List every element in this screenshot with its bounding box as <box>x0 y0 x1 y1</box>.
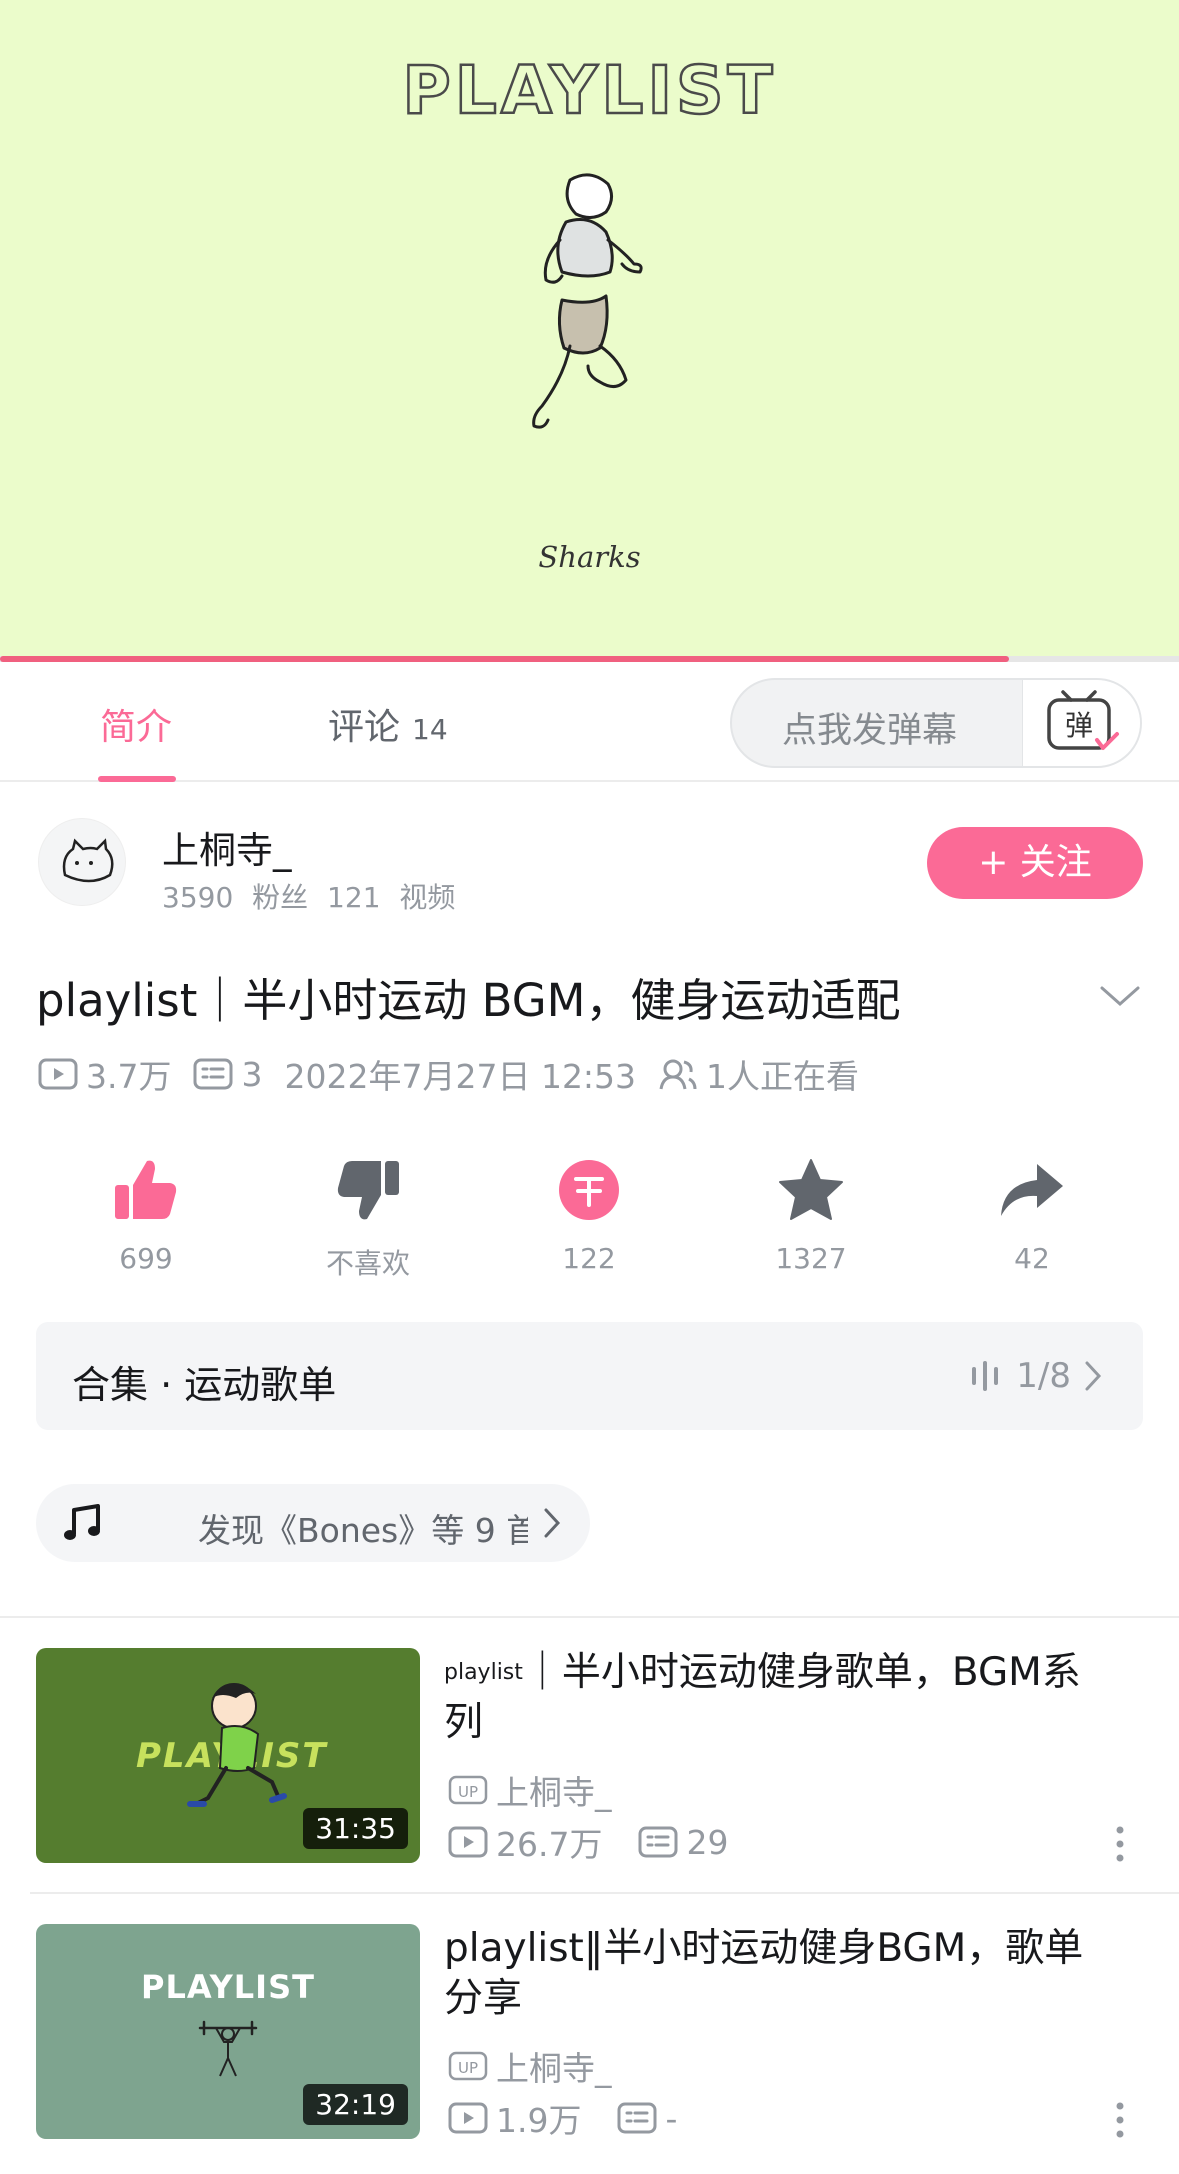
danmaku-count-icon <box>638 1826 678 1858</box>
related-danmaku: - <box>665 2098 678 2138</box>
related-video-title: playlist‖半小时运动健身BGM，歌单分享 <box>444 1926 1084 2021</box>
related-uploader-name: 上桐寺_ <box>496 1773 612 1812</box>
danmaku-count: 3 <box>193 1055 262 1094</box>
favorite-count: 1327 <box>775 1242 847 1275</box>
dislike-button[interactable]: 不喜欢 <box>288 1150 448 1282</box>
section-divider <box>0 1616 1179 1618</box>
tab-comments-count: 14 <box>412 713 448 746</box>
favorite-button[interactable]: 1327 <box>731 1150 891 1275</box>
view-count: 3.7万 <box>38 1050 171 1098</box>
publish-date: 2022年7月27日 12:53 <box>284 1057 637 1096</box>
up-badge-icon: UP <box>448 1775 488 1805</box>
related-video-item[interactable]: PLAYLIST 31:35 playlist｜半小时运动健身歌单，BGM系列 … <box>0 1648 1179 1898</box>
coin-button[interactable]: 122 <box>509 1150 669 1275</box>
tab-intro[interactable]: 简介 <box>100 698 172 750</box>
music-discovery-text: 发现《Bones》等 9 首 <box>198 1511 528 1550</box>
running-figure-illustration <box>532 173 643 429</box>
related-uploader: UP 上桐寺_ <box>448 2042 612 2090</box>
thumbnail-runner-illustration <box>187 1683 287 1807</box>
follow-button[interactable]: + 关注 <box>927 827 1143 899</box>
uploader-stats: 3590 粉丝 121 视频 <box>162 881 456 914</box>
tab-comments[interactable]: 评论 14 <box>328 698 448 750</box>
related-views: 1.9万 <box>496 2101 582 2140</box>
related-video-item[interactable]: PLAYLIST 32:19 playlist‖半小时运动健身BGM，歌单分享 … <box>0 1924 1179 2174</box>
danmaku-placeholder: 点我发弹幕 <box>782 711 958 751</box>
tab-comments-label: 评论 <box>328 707 401 748</box>
list-divider <box>30 1892 1179 1894</box>
uploader-card: 上桐寺_ 3590 粉丝 121 视频 + 关注 <box>0 782 1179 942</box>
related-uploader-name: 上桐寺_ <box>496 2049 612 2088</box>
thumbnail-text: PLAYLIST <box>141 1968 315 2006</box>
video-thumbnail[interactable]: PLAYLIST 31:35 <box>36 1648 420 1863</box>
expand-chevron-icon[interactable] <box>1098 982 1142 1012</box>
dislike-label: 不喜欢 <box>325 1247 410 1280</box>
chevron-right-icon <box>1085 1361 1102 1391</box>
watching-now-text: 1人正在看 <box>706 1057 860 1096</box>
related-danmaku: 29 <box>686 1822 729 1862</box>
more-options-icon[interactable] <box>1110 2100 1130 2140</box>
danmaku-count-icon <box>193 1058 233 1090</box>
video-thumbnail[interactable]: PLAYLIST 32:19 <box>36 1924 420 2139</box>
video-meta: 3.7万 3 2022年7月27日 12:53 1人正在看 <box>38 1050 881 1098</box>
title-text: ｜半小时运动健身歌单，BGM系列 <box>444 1650 1081 1745</box>
svg-text:UP: UP <box>458 1783 478 1801</box>
video-player[interactable]: PLAYLIST Sharks <box>0 0 1179 662</box>
uploader-name[interactable]: 上桐寺_ <box>162 820 292 874</box>
music-discovery-pill[interactable]: 发现《Bones》等 9 首 <box>36 1484 590 1562</box>
coin-icon <box>559 1160 619 1220</box>
play-count-icon <box>38 1058 78 1090</box>
like-count: 699 <box>119 1242 173 1275</box>
music-note-icon <box>64 1504 100 1540</box>
action-bar: 699 不喜欢 122 1327 42 <box>0 1150 1179 1280</box>
title-prefix: playlist <box>444 1660 523 1685</box>
danmaku-toggle-button[interactable]: 弹 <box>1022 680 1140 766</box>
up-badge-icon: UP <box>448 2051 488 2081</box>
star-icon <box>779 1159 843 1220</box>
collection-title: 合集 · 运动歌单 <box>72 1363 337 1407</box>
view-count-text: 3.7万 <box>86 1057 172 1096</box>
cat-avatar-icon <box>62 838 114 883</box>
player-signature: Sharks <box>538 540 641 574</box>
related-stats: 26.7万 29 <box>448 1818 764 1866</box>
share-button[interactable]: 42 <box>952 1150 1112 1275</box>
play-count-icon <box>448 1826 488 1858</box>
collection-progress-text: 1/8 <box>1016 1356 1071 1396</box>
thumbnail-weightlifter-illustration <box>198 2020 258 2077</box>
watching-now: 1人正在看 <box>658 1050 859 1098</box>
related-stats: 1.9万 - <box>448 2094 713 2142</box>
audio-bars-icon <box>972 1361 999 1391</box>
video-title: playlist｜半小时运动 BGM，健身运动适配 <box>36 974 901 1027</box>
more-options-icon[interactable] <box>1110 1824 1130 1864</box>
uploader-avatar[interactable] <box>38 818 126 906</box>
chevron-right-icon <box>544 1508 561 1538</box>
thumb-up-icon <box>115 1160 177 1219</box>
video-duration: 31:35 <box>303 1808 408 1849</box>
collection-progress: 1/8 <box>968 1356 1103 1396</box>
viewers-icon <box>659 1059 697 1090</box>
related-video-title: playlist｜半小时运动健身歌单，BGM系列 <box>444 1648 1094 1748</box>
thumb-down-icon <box>337 1161 399 1220</box>
danmaku-tv-icon: 弹 <box>1047 690 1119 750</box>
collection-card[interactable]: 合集 · 运动歌单 1/8 <box>36 1322 1143 1430</box>
player-title-art: PLAYLIST <box>401 51 777 131</box>
danmaku-count-text: 3 <box>241 1054 263 1094</box>
danmaku-input[interactable]: 点我发弹幕 弹 <box>730 678 1142 768</box>
related-views: 26.7万 <box>496 1825 603 1864</box>
share-count: 42 <box>1014 1242 1050 1275</box>
video-duration: 32:19 <box>303 2084 408 2125</box>
like-button[interactable]: 699 <box>66 1150 226 1275</box>
related-uploader: UP 上桐寺_ <box>448 1766 612 1814</box>
tab-bar: 简介 评论 14 点我发弹幕 弹 <box>0 662 1179 782</box>
danmaku-button-text: 弹 <box>1065 709 1093 742</box>
share-icon <box>1001 1164 1063 1216</box>
svg-text:UP: UP <box>458 2059 478 2077</box>
coin-count: 122 <box>562 1242 616 1275</box>
